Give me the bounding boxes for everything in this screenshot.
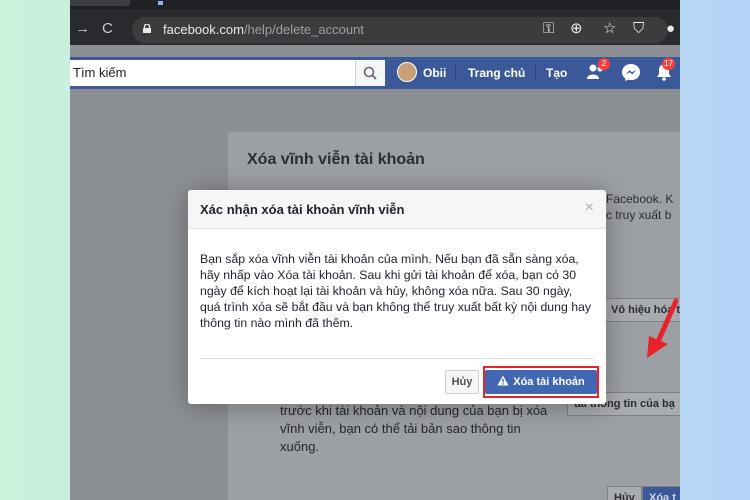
page-title: Xóa vĩnh viễn tài khoản bbox=[247, 151, 425, 168]
highlight-box bbox=[483, 366, 599, 398]
url-text: facebook.com/help/delete_account bbox=[163, 22, 364, 37]
key-icon[interactable]: ⚿ bbox=[543, 21, 554, 36]
page-text-fragment: Facebook. K bbox=[606, 192, 674, 206]
search-icon bbox=[363, 66, 377, 80]
friends-badge: 2 bbox=[598, 58, 610, 70]
url-path: /help/delete_account bbox=[243, 22, 364, 37]
dialog-title: Xác nhận xóa tài khoản vĩnh viễn bbox=[200, 202, 405, 217]
forward-icon[interactable]: → bbox=[75, 21, 90, 36]
star-icon[interactable]: ☆ bbox=[603, 21, 616, 36]
profile-link[interactable]: Obii bbox=[423, 66, 446, 80]
dialog-divider bbox=[200, 358, 594, 359]
reload-icon[interactable]: C bbox=[102, 21, 113, 36]
notification-badge: 17 bbox=[662, 58, 675, 70]
avatar[interactable] bbox=[397, 62, 417, 82]
page-cancel-button[interactable]: Hủy bbox=[607, 486, 642, 500]
dialog-header: Xác nhận xóa tài khoản vĩnh viễn × bbox=[188, 190, 606, 229]
page-text-fragment: c truy xuất b bbox=[606, 208, 672, 222]
dialog-message: Bạn sắp xóa vĩnh viễn tài khoản của mình… bbox=[200, 252, 592, 330]
page-delete-button[interactable]: Xóa t bbox=[642, 486, 680, 500]
create-link[interactable]: Tạo bbox=[546, 66, 567, 80]
browser-tabstrip bbox=[70, 0, 680, 9]
red-arrow-icon bbox=[647, 298, 679, 358]
messenger-icon[interactable] bbox=[621, 63, 641, 82]
nav-divider bbox=[455, 64, 456, 80]
cancel-button[interactable]: Hủy bbox=[445, 370, 479, 394]
home-link[interactable]: Trang chủ bbox=[468, 66, 525, 80]
lock-icon bbox=[143, 24, 151, 33]
extension-icon[interactable]: ● bbox=[666, 21, 675, 36]
url-domain: facebook.com bbox=[163, 22, 244, 37]
page-paragraph: trước khi tài khoản và nội dung của bạn … bbox=[280, 403, 548, 454]
nav-divider bbox=[535, 64, 536, 80]
browser-tab[interactable] bbox=[70, 0, 130, 6]
search-placeholder: Tìm kiếm bbox=[73, 65, 127, 80]
zoom-icon[interactable]: ⊕ bbox=[570, 21, 583, 36]
shield-icon[interactable]: ⛉ bbox=[633, 21, 644, 36]
screenshot-frame: → C facebook.com/help/delete_account ⚿ ⊕… bbox=[70, 0, 680, 500]
search-button[interactable] bbox=[355, 60, 385, 86]
close-icon[interactable]: × bbox=[585, 200, 594, 216]
tab-favicon-icon bbox=[158, 1, 163, 5]
